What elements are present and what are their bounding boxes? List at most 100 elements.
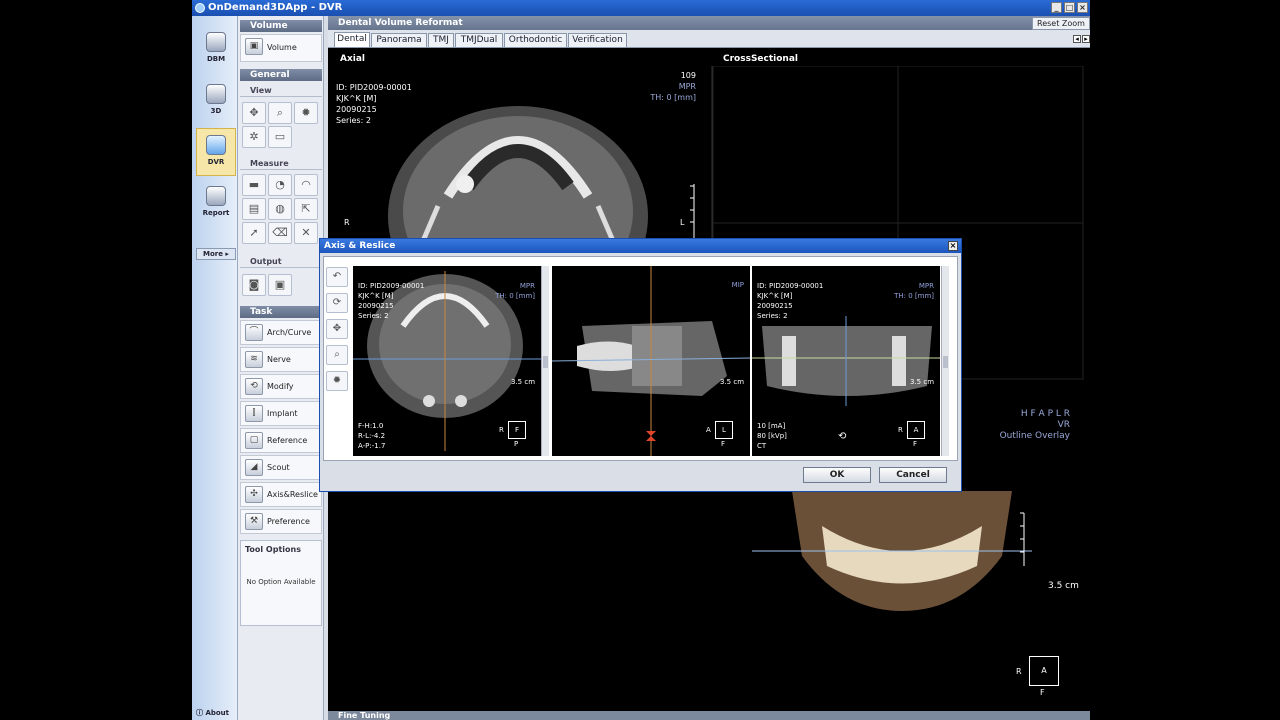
about-button[interactable]: ⓘ About: [196, 708, 229, 718]
rotate-handle-icon[interactable]: ⟲: [838, 431, 846, 442]
rotate-icon[interactable]: ✲: [242, 126, 266, 148]
task-modify[interactable]: ⟲ Modify: [240, 374, 322, 399]
dialog-axial-view[interactable]: ID: PID2009-00001 KJK^K [M] 20090215 Ser…: [353, 266, 541, 456]
tab-panorama[interactable]: Panorama: [371, 33, 427, 47]
rail-dvr-button[interactable]: DVR: [196, 128, 236, 176]
general-section-header[interactable]: General: [240, 69, 322, 81]
dlg3-r-marker: R: [898, 426, 903, 434]
dlg3-orientation-box[interactable]: A: [907, 421, 925, 439]
axial-left-marker: L: [680, 218, 685, 227]
rail-3d-button[interactable]: 3D: [196, 78, 236, 126]
pan-icon[interactable]: ✥: [326, 319, 348, 339]
tab-dental[interactable]: Dental: [334, 32, 370, 47]
arc-icon[interactable]: ◠: [294, 174, 318, 196]
rail-report-button[interactable]: Report: [196, 180, 236, 228]
patient-id: ID: PID2009-00001: [336, 83, 412, 92]
ok-button[interactable]: OK: [803, 467, 871, 483]
save-icon[interactable]: ▣: [268, 274, 292, 296]
coord-ap: A-P:-1.7: [358, 442, 386, 450]
pan-icon[interactable]: ✥: [242, 102, 266, 124]
dialog-coronal-view[interactable]: ID: PID2009-00001 KJK^K [M] 20090215 Ser…: [752, 266, 940, 456]
task-nerve[interactable]: ≋ Nerve: [240, 347, 322, 372]
cancel-button[interactable]: Cancel: [879, 467, 947, 483]
rail-report-label: Report: [202, 209, 230, 217]
dialog-sagittal-view[interactable]: MIP 3.5 cm L A F: [552, 266, 750, 456]
brightness-icon[interactable]: ✹: [326, 371, 348, 391]
report-icon: [206, 186, 226, 206]
patient-id: ID: PID2009-00001: [757, 282, 824, 290]
pointer-icon[interactable]: ➚: [242, 222, 266, 244]
arrow-note-icon[interactable]: ⇱: [294, 198, 318, 220]
eraser-icon[interactable]: ⌫: [268, 222, 292, 244]
scout-icon: ◢: [245, 459, 263, 476]
dlg3-scale: 3.5 cm: [910, 378, 935, 386]
tab-tmj[interactable]: TMJ: [428, 33, 454, 47]
patient-name: KJK^K [M]: [336, 94, 377, 103]
tooth-icon: [206, 135, 226, 155]
reset-zoom-button[interactable]: Reset Zoom: [1032, 17, 1090, 30]
maximize-button[interactable]: □: [1064, 2, 1075, 13]
vr-orientation-box[interactable]: A: [1029, 656, 1059, 686]
dlg1-mode: MPR TH: 0 [mm]: [483, 281, 535, 301]
angle-icon[interactable]: ◔: [268, 174, 292, 196]
tab-tmjdual[interactable]: TMJDual: [455, 33, 503, 47]
arch-icon: ⌒: [245, 324, 263, 341]
dialog-body: ↶ ⟳ ✥ ⌕ ✹ ID: PID2009-00001 KJK^K [M] 20…: [323, 256, 958, 461]
camera-icon[interactable]: ◙: [242, 274, 266, 296]
tab-verification[interactable]: Verification: [568, 33, 627, 47]
dlg2-orientation-box[interactable]: L: [715, 421, 733, 439]
volume-button[interactable]: ▣ Volume: [240, 34, 322, 62]
vr-info: H F A P L R VR Outline Overlay: [968, 409, 1070, 442]
task-label: Axis&Reslice: [267, 490, 318, 499]
modify-icon: ⟲: [245, 378, 263, 395]
rail-3d-label: 3D: [210, 107, 222, 115]
output-subheader[interactable]: Output: [240, 256, 322, 268]
task-arch-curve[interactable]: ⌒ Arch/Curve: [240, 320, 322, 345]
view-tools: ✥ ⌕ ✹ ✲ ▭: [242, 102, 318, 148]
brightness-icon[interactable]: ✹: [294, 102, 318, 124]
task-axis-reslice[interactable]: ✣ Axis&Reslice: [240, 482, 322, 507]
task-reference[interactable]: ▢ Reference: [240, 428, 322, 453]
minimize-button[interactable]: _: [1051, 2, 1062, 13]
task-implant[interactable]: ⫿ Implant: [240, 401, 322, 426]
volume-icon: ▣: [245, 38, 263, 55]
tab-orthodontic[interactable]: Orthodontic: [504, 33, 567, 47]
dlg2-scale: 3.5 cm: [720, 378, 745, 386]
more-button[interactable]: More ▸: [196, 248, 236, 260]
histogram-icon[interactable]: ▤: [242, 198, 266, 220]
rail-dbm-button[interactable]: DBM: [196, 26, 236, 74]
dialog-title-bar: Axis & Reslice ×: [320, 239, 961, 253]
measure-subheader[interactable]: Measure: [240, 158, 322, 170]
ruler-icon[interactable]: ▬: [242, 174, 266, 196]
task-section-header[interactable]: Task: [240, 306, 322, 318]
render-mode: MPR: [678, 82, 696, 91]
dialog-close-button[interactable]: ×: [948, 241, 958, 251]
task-preference[interactable]: ⚒ Preference: [240, 509, 322, 534]
dlg3-scrollbar[interactable]: [941, 266, 949, 456]
delete-icon[interactable]: ✕: [294, 222, 318, 244]
task-scout[interactable]: ◢ Scout: [240, 455, 322, 480]
dlg3-f-marker: F: [913, 440, 918, 448]
zoom-icon[interactable]: ⌕: [326, 345, 348, 365]
close-window-button[interactable]: ×: [1077, 2, 1088, 13]
axial-patient-info: ID: PID2009-00001 KJK^K [M] 20090215 Ser…: [336, 82, 412, 126]
fine-tuning-bar[interactable]: Fine Tuning: [328, 711, 1090, 720]
tab-next-icon[interactable]: ▸: [1082, 35, 1090, 43]
globe-icon[interactable]: ◍: [268, 198, 292, 220]
dlg1-orientation-box[interactable]: F: [508, 421, 526, 439]
view-subheader[interactable]: View: [240, 85, 322, 97]
dlg3-mode: MPR TH: 0 [mm]: [882, 281, 934, 301]
about-label: About: [205, 709, 230, 717]
tab-prev-icon[interactable]: ◂: [1073, 35, 1081, 43]
tool-panel: Volume ▣ Volume General View ✥ ⌕ ✹ ✲ ▭ M…: [238, 16, 324, 720]
task-label: Modify: [267, 382, 294, 391]
zoom-icon[interactable]: ⌕: [268, 102, 292, 124]
module-header: Dental Volume Reformat Reset Zoom: [328, 16, 1090, 30]
dlg1-scrollbar[interactable]: [541, 266, 549, 456]
annotation-icon[interactable]: ▭: [268, 126, 292, 148]
volume-section-header[interactable]: Volume: [240, 20, 322, 32]
dlg2-mode: MIP: [731, 281, 744, 289]
rotate-volume-icon[interactable]: ⟳: [326, 293, 348, 313]
rail-dvr-label: DVR: [207, 158, 225, 166]
undo-icon[interactable]: ↶: [326, 267, 348, 287]
